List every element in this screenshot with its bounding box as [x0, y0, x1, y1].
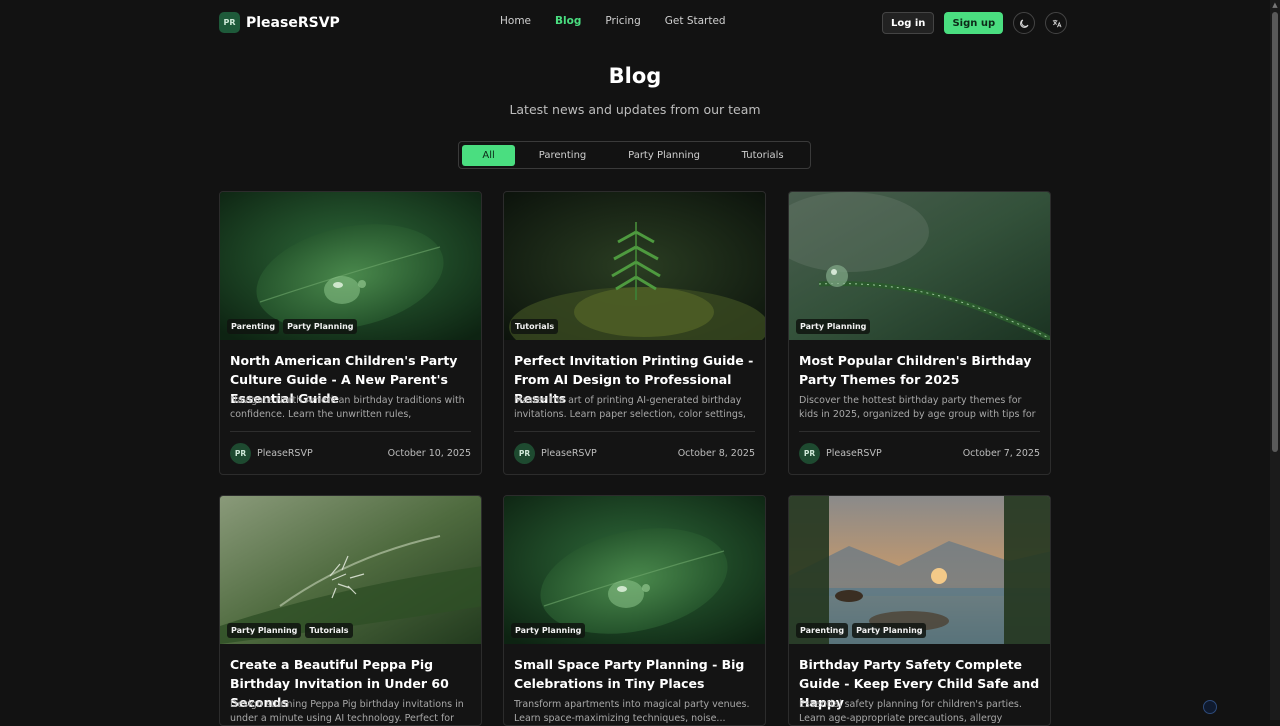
filter-tab-party-planning[interactable]: Party Planning: [610, 145, 718, 166]
post-thumbnail: Parenting Party Planning: [789, 496, 1050, 644]
nav-pricing[interactable]: Pricing: [605, 15, 640, 27]
signup-button[interactable]: Sign up: [944, 12, 1004, 34]
category-filter-tabs: All Parenting Party Planning Tutorials: [458, 141, 811, 169]
site-header: PR PleaseRSVP Home Blog Pricing Get Star…: [0, 0, 1270, 45]
brand-logo-link[interactable]: PR PleaseRSVP: [219, 12, 340, 33]
page-subtitle: Latest news and updates from our team: [509, 102, 761, 117]
nav-get-started[interactable]: Get Started: [665, 15, 726, 27]
post-thumbnail: Party Planning Tutorials: [220, 496, 481, 644]
author-name: PleaseRSVP: [541, 447, 597, 459]
post-title[interactable]: Birthday Party Safety Complete Guide - K…: [799, 655, 1040, 710]
post-tag: Tutorials: [511, 319, 559, 334]
post-date: October 8, 2025: [677, 447, 755, 459]
blog-post-card[interactable]: Parenting Party Planning North American …: [219, 191, 482, 475]
theme-toggle-button[interactable]: [1013, 12, 1036, 34]
post-tag: Party Planning: [283, 319, 358, 334]
post-title[interactable]: Perfect Invitation Printing Guide - From…: [514, 351, 755, 406]
post-tag: Parenting: [796, 623, 849, 638]
author-name: PleaseRSVP: [826, 447, 882, 459]
blog-post-card[interactable]: Party Planning Tutorials Create a Beauti…: [219, 495, 482, 726]
blog-post-card[interactable]: Party Planning Small Space Party Plannin…: [503, 495, 766, 726]
moon-icon: [1019, 19, 1029, 28]
author-name: PleaseRSVP: [257, 447, 313, 459]
nav-blog[interactable]: Blog: [555, 15, 581, 27]
scrollbar-thumb[interactable]: [1272, 12, 1278, 452]
post-excerpt: Discover the hottest birthday party them…: [799, 395, 1036, 420]
post-tag: Party Planning: [227, 623, 302, 638]
author-avatar: PR: [230, 442, 251, 464]
language-button[interactable]: [1045, 12, 1068, 34]
post-tag: Party Planning: [852, 623, 927, 638]
floating-badge-icon[interactable]: [1203, 700, 1217, 714]
page-scrollbar[interactable]: ▲: [1270, 0, 1280, 720]
filter-tab-tutorials[interactable]: Tutorials: [718, 145, 807, 166]
scroll-up-arrow-icon[interactable]: ▲: [1270, 0, 1280, 10]
post-excerpt: Master the art of printing AI-generated …: [514, 395, 746, 420]
blog-post-card[interactable]: Parenting Party Planning Birthday Party …: [788, 495, 1051, 726]
logo-badge: PR: [219, 12, 240, 33]
author-avatar: PR: [514, 442, 535, 464]
post-tag: Tutorials: [305, 623, 353, 638]
post-excerpt: Essential safety planning for children's…: [799, 699, 1022, 724]
post-title[interactable]: Small Space Party Planning - Big Celebra…: [514, 655, 755, 693]
header-actions: Log in Sign up: [882, 12, 1068, 34]
post-thumbnail: Party Planning: [504, 496, 765, 644]
main-nav: Home Blog Pricing Get Started: [500, 15, 726, 27]
post-tag: Party Planning: [796, 319, 871, 334]
filter-tab-all[interactable]: All: [462, 144, 516, 166]
blog-post-card[interactable]: Party Planning Most Popular Children's B…: [788, 191, 1051, 475]
post-excerpt: Design stunning Peppa Pig birthday invit…: [230, 699, 464, 724]
post-excerpt: Navigate North American birthday traditi…: [230, 395, 465, 420]
post-title[interactable]: North American Children's Party Culture …: [230, 351, 471, 406]
translate-icon: [1052, 19, 1062, 27]
nav-home[interactable]: Home: [500, 15, 531, 27]
page-title: Blog: [608, 64, 662, 88]
post-excerpt: Transform apartments into magical party …: [514, 699, 750, 724]
brand-name: PleaseRSVP: [246, 14, 340, 31]
blog-post-card[interactable]: Tutorials Perfect Invitation Printing Gu…: [503, 191, 766, 475]
login-button[interactable]: Log in: [882, 12, 935, 34]
post-thumbnail: Party Planning: [789, 192, 1050, 340]
post-thumbnail: Parenting Party Planning: [220, 192, 481, 340]
post-thumbnail: Tutorials: [504, 192, 765, 340]
post-date: October 7, 2025: [962, 447, 1040, 459]
post-date: October 10, 2025: [387, 447, 471, 459]
post-title[interactable]: Most Popular Children's Birthday Party T…: [799, 351, 1040, 389]
author-avatar: PR: [799, 442, 820, 464]
post-tag: Parenting: [227, 319, 280, 334]
filter-tab-parenting[interactable]: Parenting: [515, 145, 610, 166]
post-title[interactable]: Create a Beautiful Peppa Pig Birthday In…: [230, 655, 471, 710]
post-tag: Party Planning: [511, 623, 586, 638]
